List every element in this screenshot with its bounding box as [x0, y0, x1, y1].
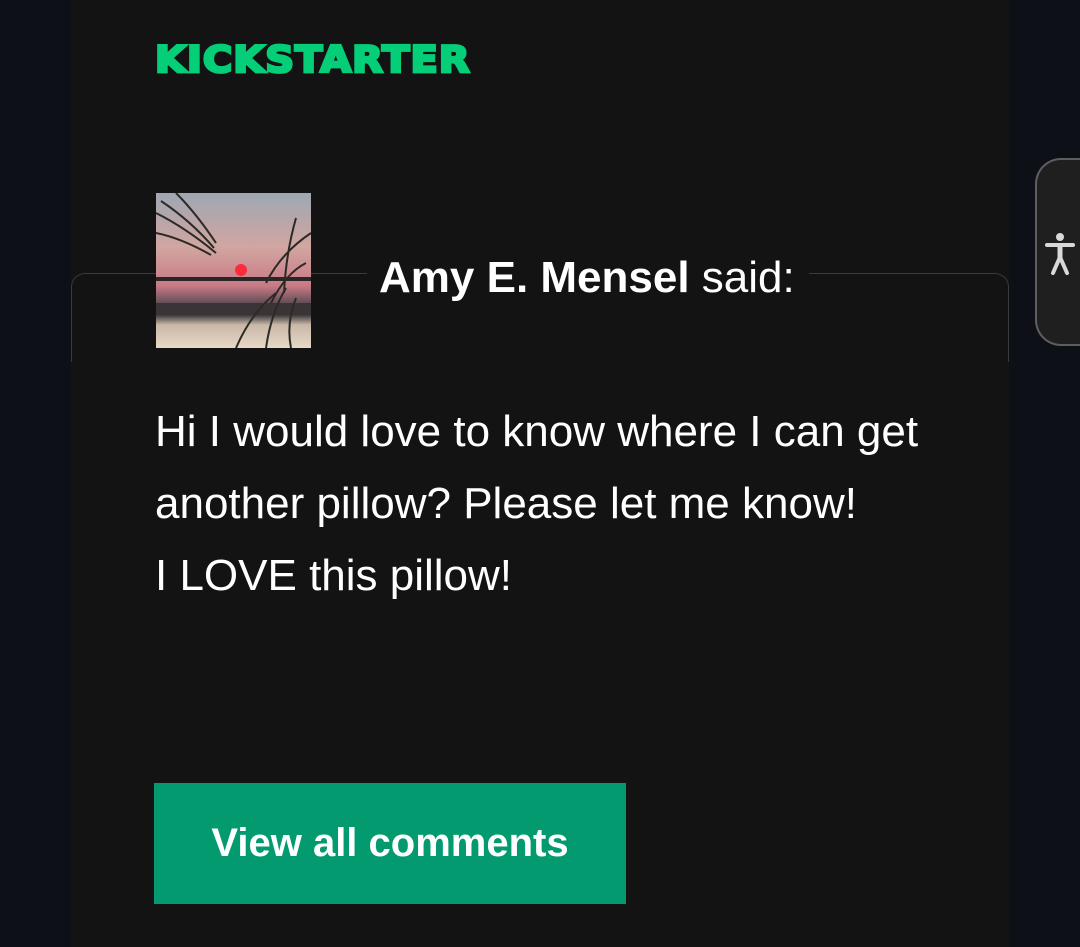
said-label: said:	[701, 253, 795, 302]
comment-text-line: Hi I would love to know where I can get …	[155, 407, 919, 528]
sunset-photo-avatar	[156, 193, 311, 348]
email-card: KICKSTARTER Amy E. Mensel said: Hi I wou…	[71, 0, 1009, 947]
view-all-comments-button[interactable]: View all comments	[154, 783, 626, 904]
kickstarter-logo: KICKSTARTER	[154, 39, 472, 82]
comment-author-line: Amy E. Mensel said:	[367, 251, 809, 305]
comment-body: Hi I would love to know where I can get …	[155, 396, 935, 612]
accessibility-button[interactable]	[1035, 158, 1080, 346]
author-name: Amy E. Mensel	[379, 253, 690, 302]
email-view: KICKSTARTER Amy E. Mensel said: Hi I wou…	[0, 0, 1080, 947]
accessibility-person-icon	[1045, 233, 1075, 275]
comment-text-line: I LOVE this pillow!	[155, 551, 513, 600]
author-avatar	[156, 193, 311, 348]
